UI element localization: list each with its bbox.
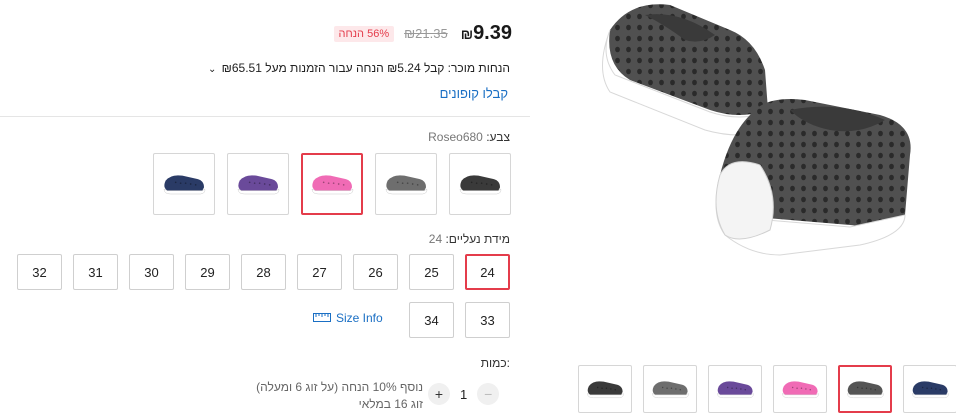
thumbnail-black[interactable]	[578, 365, 632, 413]
color-swatch-purple[interactable]	[227, 153, 289, 215]
bulk-discount-note: נוסף 10% הנחה (על זוג 6 ומעלה)	[256, 380, 423, 394]
shoe-thumbnail-icon	[311, 175, 354, 195]
shoe-thumbnail-icon	[652, 381, 689, 399]
size-option[interactable]: 34	[409, 302, 454, 338]
shoe-thumbnail-icon	[163, 175, 206, 195]
shoe-thumbnail-icon	[237, 175, 280, 195]
thumbnail-purple[interactable]	[708, 365, 762, 413]
shoe-thumbnail-icon	[912, 381, 949, 399]
divider	[0, 116, 530, 117]
size-option[interactable]: 26	[353, 254, 398, 290]
stock-note: זוג 16 במלאי	[358, 397, 423, 411]
price-amount: 9.39	[473, 22, 512, 44]
color-swatch-grey[interactable]	[375, 153, 437, 215]
quantity-minus-button[interactable]: −	[477, 383, 500, 405]
shoe-pair-image	[602, 4, 911, 256]
size-label-row: מידת נעליים: 24	[429, 232, 510, 246]
shoe-thumbnail-icon	[847, 381, 884, 399]
current-price: ₪9.39	[458, 22, 512, 45]
currency-symbol: ₪	[460, 26, 474, 42]
quantity-plus-button[interactable]: +	[428, 383, 450, 405]
original-price: ₪21.35	[404, 26, 448, 41]
size-option[interactable]: 29	[185, 254, 230, 290]
shoe-thumbnail-icon	[385, 175, 428, 195]
chevron-down-icon: ⌄	[207, 64, 217, 75]
size-option[interactable]: 25	[409, 254, 454, 290]
size-option[interactable]: 24	[465, 254, 510, 290]
shoe-thumbnail-icon	[459, 175, 502, 195]
size-info-link[interactable]: Size Info	[313, 310, 383, 325]
size-label: מידת נעליים:	[445, 232, 510, 246]
color-label-row: צבע: Roseo680	[428, 130, 510, 144]
size-option[interactable]: 33	[465, 302, 510, 338]
discount-badge: 56% הנחה	[333, 25, 395, 42]
quantity-note: נוסף 10% הנחה (על זוג 6 ומעלה) זוג 16 במ…	[256, 379, 423, 413]
shoe-thumbnail-icon	[587, 381, 624, 399]
color-swatch-black[interactable]	[449, 153, 511, 215]
price-row: ₪9.39 ₪21.35 56% הנחה	[333, 22, 512, 45]
quantity-value: 1	[460, 386, 468, 402]
main-product-image[interactable]	[560, 0, 956, 330]
size-option[interactable]: 32	[17, 254, 62, 290]
thumbnail-grey[interactable]	[643, 365, 697, 413]
color-swatch-pink[interactable]	[301, 153, 363, 215]
size-option[interactable]: 30	[129, 254, 174, 290]
size-info-label: Size Info	[336, 310, 383, 325]
color-swatch-navy[interactable]	[153, 153, 215, 215]
thumbnail-navy[interactable]	[903, 365, 956, 413]
get-coupons-link[interactable]: קבלו קופונים	[440, 86, 508, 101]
size-option[interactable]: 28	[241, 254, 286, 290]
quantity-stepper: + 1 −	[428, 383, 500, 405]
color-label: צבע:	[486, 130, 510, 144]
seller-discounts[interactable]: הנחות מוכר: קבל ₪5.24 הנחה עבור הזמנות מ…	[208, 61, 510, 75]
thumbnail-pink[interactable]	[773, 365, 827, 413]
size-option[interactable]: 27	[297, 254, 342, 290]
shoe-thumbnail-icon	[717, 381, 754, 399]
selected-size-value: 24	[428, 232, 443, 246]
shoe-thumbnail-icon	[782, 381, 819, 399]
thumbnail-main-grey[interactable]	[838, 365, 892, 413]
quantity-label: כמות:	[480, 356, 510, 370]
ruler-icon	[313, 310, 331, 325]
selected-color-value: Roseo680	[428, 130, 483, 144]
seller-discounts-text: הנחות מוכר: קבל ₪5.24 הנחה עבור הזמנות מ…	[221, 61, 510, 75]
size-option[interactable]: 31	[73, 254, 118, 290]
